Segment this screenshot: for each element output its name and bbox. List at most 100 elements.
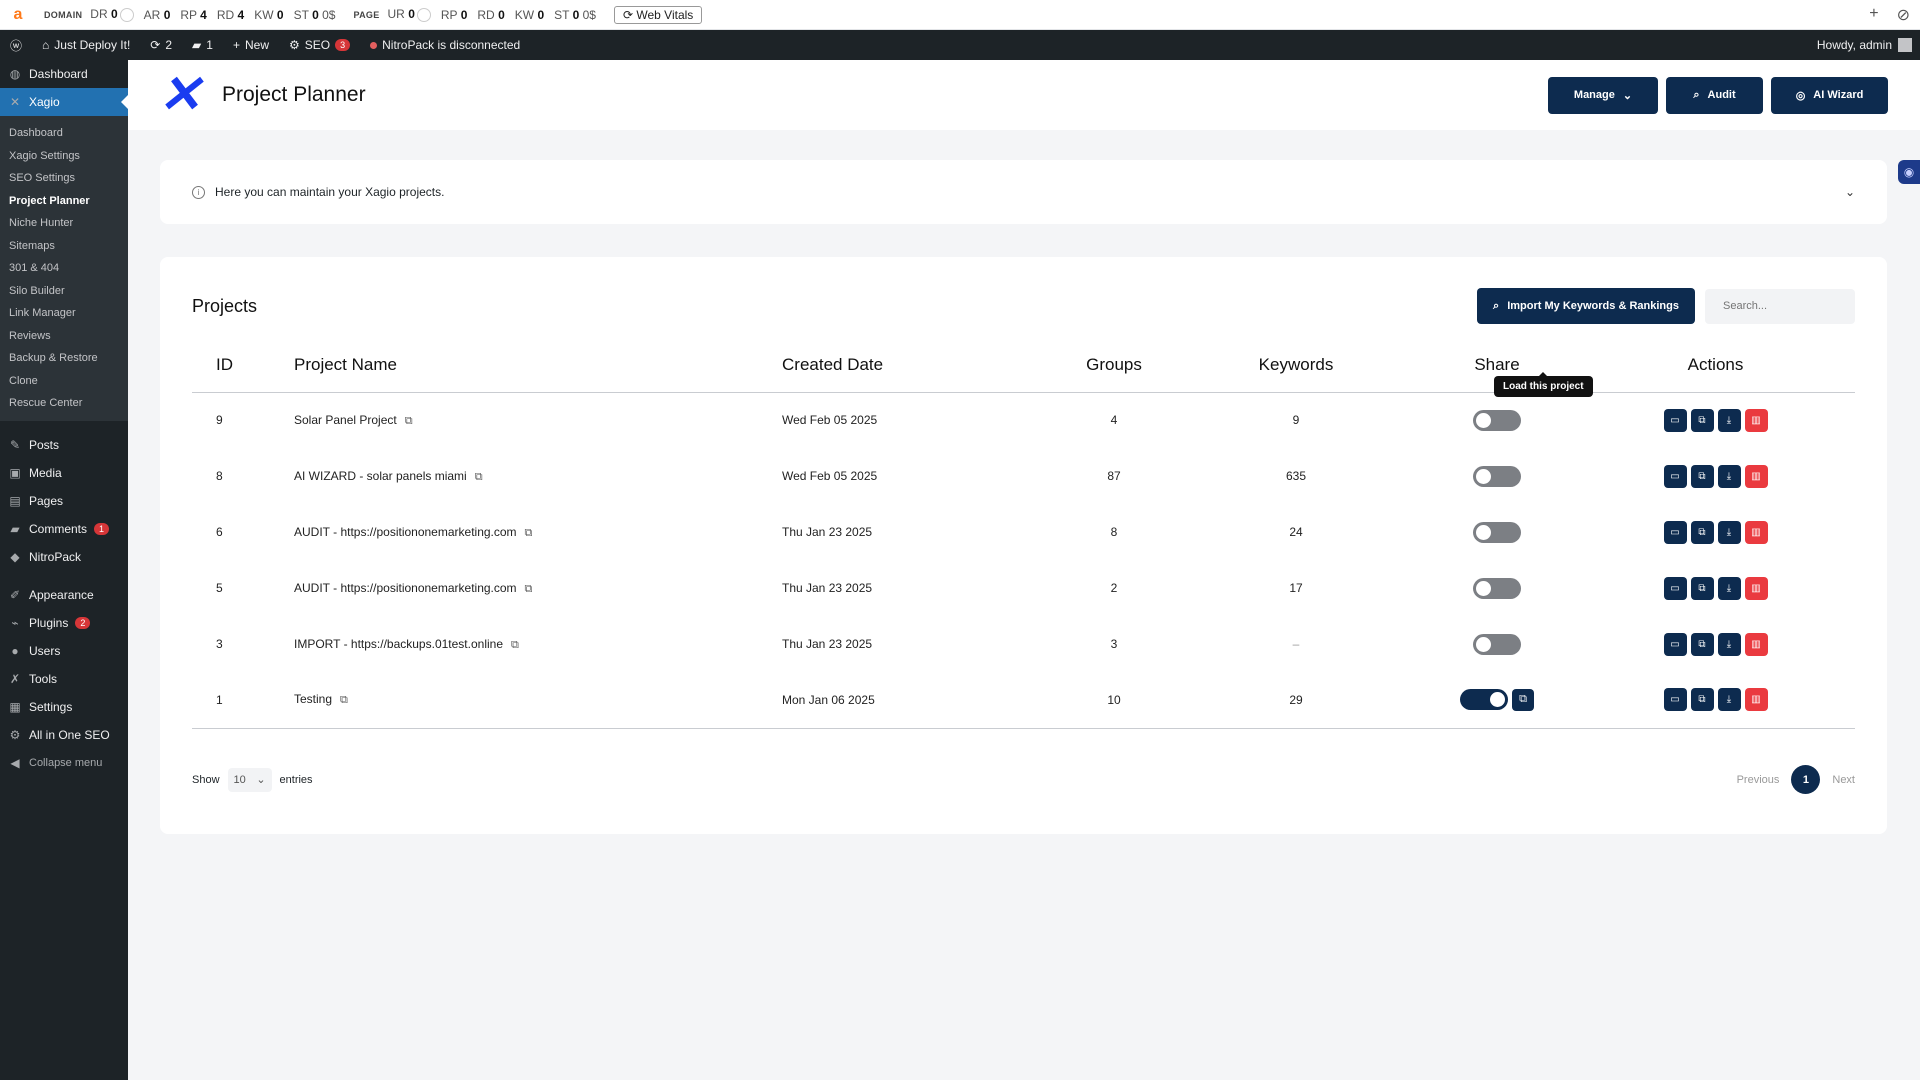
sidebar-item-dashboard[interactable]: ◍ Dashboard (0, 60, 128, 88)
download-icon[interactable]: ⤓ (1717, 576, 1741, 600)
row-project-name[interactable]: Solar Panel Project ⧉ (294, 392, 782, 448)
manage-button[interactable]: Manage ⌄ (1548, 76, 1658, 114)
submenu-backup-restore[interactable]: Backup & Restore (0, 347, 128, 370)
external-link-icon[interactable]: ⊘ (1897, 5, 1910, 25)
sidebar-item-nitropack[interactable]: ◆ NitroPack (0, 543, 128, 571)
download-icon[interactable]: ⤓ (1717, 688, 1741, 712)
share-link-icon[interactable]: ⧉ (1512, 688, 1534, 711)
download-icon[interactable]: ⤓ (1717, 632, 1741, 656)
chevron-down-icon[interactable]: ⌄ (1845, 185, 1855, 199)
load-project-icon[interactable]: ▭ (1663, 408, 1687, 432)
wordpress-logo-icon[interactable]: ⓦ (0, 30, 32, 60)
trash-icon[interactable]: ▥ (1744, 632, 1768, 656)
external-link-icon[interactable]: ⧉ (525, 583, 533, 596)
info-panel[interactable]: i Here you can maintain your Xagio proje… (160, 160, 1887, 224)
row-project-name[interactable]: AUDIT - https://positiononemarketing.com… (294, 504, 782, 560)
download-icon[interactable]: ⤓ (1717, 408, 1741, 432)
sidebar-item-settings[interactable]: ▦ Settings (0, 693, 128, 721)
download-icon[interactable]: ⤓ (1717, 520, 1741, 544)
sidebar-item-aioseo[interactable]: ⚙ All in One SEO (0, 721, 128, 749)
share-toggle[interactable] (1473, 577, 1521, 599)
external-link-icon[interactable]: ⧉ (405, 415, 413, 428)
updates-link[interactable]: ⟳ 2 (140, 30, 182, 60)
submenu-silo-builder[interactable]: Silo Builder (0, 280, 128, 303)
submenu-seo-settings[interactable]: SEO Settings (0, 167, 128, 190)
submenu-xagio-settings[interactable]: Xagio Settings (0, 145, 128, 168)
copy-icon[interactable]: ⧉ (1690, 576, 1714, 600)
ai-wizard-button[interactable]: ◎ AI Wizard (1771, 76, 1888, 114)
sidebar-item-plugins[interactable]: ⌁ Plugins 2 (0, 609, 128, 637)
trash-icon[interactable]: ▥ (1744, 408, 1768, 432)
sidebar-item-appearance[interactable]: ✐ Appearance (0, 581, 128, 609)
copy-icon[interactable]: ⧉ (1690, 688, 1714, 712)
column-header-keywords[interactable]: Keywords (1174, 338, 1418, 393)
submenu-reviews[interactable]: Reviews (0, 325, 128, 348)
load-project-icon[interactable]: ▭ (1663, 576, 1687, 600)
ahrefs-logo[interactable]: a (0, 6, 36, 24)
site-name-link[interactable]: ⌂ Just Deploy It! (32, 30, 140, 60)
previous-page-button[interactable]: Previous (1737, 774, 1780, 786)
my-account-link[interactable]: Howdy, admin (1817, 38, 1920, 52)
trash-icon[interactable]: ▥ (1744, 520, 1768, 544)
row-project-name[interactable]: IMPORT - https://backups.01test.online ⧉ (294, 616, 782, 672)
import-keywords-button[interactable]: ⌕ Import My Keywords & Rankings (1477, 288, 1695, 324)
column-header-id[interactable]: ID (192, 338, 294, 393)
row-project-name[interactable]: Testing ⧉ (294, 672, 782, 729)
external-link-icon[interactable]: ⧉ (340, 694, 348, 707)
trash-icon[interactable]: ▥ (1744, 464, 1768, 488)
web-vitals-button[interactable]: ⟳ Web Vitals (613, 5, 703, 24)
sidebar-item-media[interactable]: ▣ Media (0, 459, 128, 487)
comments-link[interactable]: ▰ 1 (182, 30, 223, 60)
share-toggle[interactable] (1473, 465, 1521, 487)
column-header-groups[interactable]: Groups (1054, 338, 1174, 393)
sidebar-item-tools[interactable]: ✗ Tools (0, 665, 128, 693)
submenu-sitemaps[interactable]: Sitemaps (0, 235, 128, 258)
row-project-name[interactable]: AUDIT - https://positiononemarketing.com… (294, 560, 782, 616)
sidebar-item-comments[interactable]: ▰ Comments 1 (0, 515, 128, 543)
submenu-301-404[interactable]: 301 & 404 (0, 257, 128, 280)
share-toggle[interactable] (1473, 521, 1521, 543)
load-project-icon[interactable]: ▭ (1663, 688, 1687, 712)
submenu-rescue-center[interactable]: Rescue Center (0, 392, 128, 415)
row-project-name[interactable]: AI WIZARD - solar panels miami ⧉ (294, 448, 782, 504)
page-size-select[interactable]: 10 ⌄ (227, 767, 272, 792)
submenu-project-planner[interactable]: Project Planner (0, 190, 128, 213)
submenu-dashboard[interactable]: Dashboard (0, 122, 128, 145)
share-toggle[interactable] (1460, 689, 1508, 711)
row-date: Wed Feb 05 2025 (782, 413, 878, 428)
submenu-link-manager[interactable]: Link Manager (0, 302, 128, 325)
submenu-clone[interactable]: Clone (0, 370, 128, 393)
share-toggle[interactable] (1473, 409, 1521, 431)
load-project-icon[interactable]: ▭ (1663, 464, 1687, 488)
audit-button[interactable]: ⌕ Audit (1666, 76, 1763, 114)
seo-menu-link[interactable]: ⚙ SEO 3 (279, 30, 360, 60)
assistant-widget-icon[interactable]: ◉ (1898, 160, 1920, 184)
collapse-menu-button[interactable]: ◀ Collapse menu (0, 749, 128, 777)
sidebar-item-xagio[interactable]: ✕ Xagio (0, 88, 128, 116)
trash-icon[interactable]: ▥ (1744, 576, 1768, 600)
copy-icon[interactable]: ⧉ (1690, 464, 1714, 488)
submenu-niche-hunter[interactable]: Niche Hunter (0, 212, 128, 235)
share-toggle[interactable] (1473, 633, 1521, 655)
copy-icon[interactable]: ⧉ (1690, 520, 1714, 544)
copy-icon[interactable]: ⧉ (1690, 632, 1714, 656)
nitropack-status[interactable]: NitroPack is disconnected (360, 30, 530, 60)
new-content-link[interactable]: + New (223, 30, 279, 60)
page-number-button[interactable]: 1 (1791, 765, 1821, 794)
load-project-icon[interactable]: ▭ (1663, 632, 1687, 656)
search-input[interactable] (1705, 288, 1855, 324)
external-link-icon[interactable]: ⧉ (475, 471, 483, 484)
sidebar-item-posts[interactable]: ✎ Posts (0, 431, 128, 459)
sidebar-item-users[interactable]: ● Users (0, 637, 128, 665)
sidebar-item-pages[interactable]: ▤ Pages (0, 487, 128, 515)
external-link-icon[interactable]: ⧉ (511, 639, 519, 652)
column-header-name[interactable]: Project Name (294, 338, 782, 393)
external-link-icon[interactable]: ⧉ (525, 527, 533, 540)
plus-icon[interactable]: + (1869, 5, 1878, 25)
trash-icon[interactable]: ▥ (1744, 688, 1768, 712)
copy-icon[interactable]: ⧉ (1690, 408, 1714, 432)
download-icon[interactable]: ⤓ (1717, 464, 1741, 488)
load-project-icon[interactable]: ▭ (1663, 520, 1687, 544)
next-page-button[interactable]: Next (1832, 774, 1855, 786)
column-header-date[interactable]: Created Date (782, 338, 1054, 393)
